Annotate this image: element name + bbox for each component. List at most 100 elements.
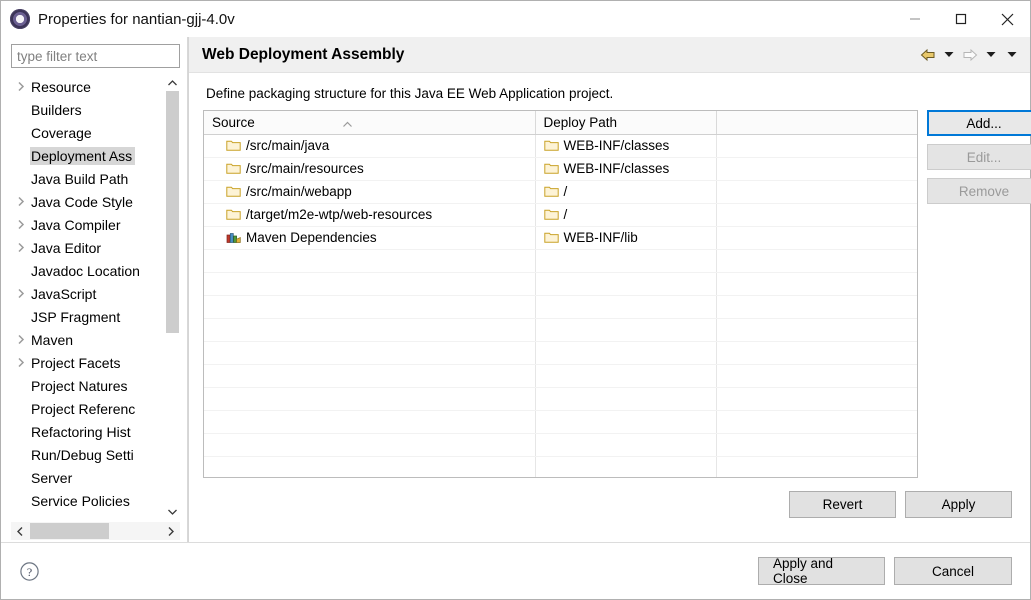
table-row-empty[interactable] bbox=[204, 272, 917, 296]
table-row-empty[interactable] bbox=[204, 433, 917, 457]
chevron-right-icon[interactable] bbox=[11, 219, 30, 230]
apply-button[interactable]: Apply bbox=[905, 491, 1012, 518]
search-input[interactable] bbox=[12, 45, 179, 67]
chevron-right-icon[interactable] bbox=[11, 357, 30, 368]
add-button[interactable]: Add... bbox=[927, 110, 1031, 136]
cell-empty bbox=[204, 249, 536, 273]
eclipse-icon bbox=[10, 9, 30, 29]
folder-icon bbox=[543, 139, 559, 152]
cell-empty bbox=[535, 341, 717, 365]
apply-row: Revert Apply bbox=[203, 491, 1012, 518]
sidebar-item-coverage[interactable]: Coverage bbox=[11, 121, 166, 144]
sidebar-item-maven[interactable]: Maven bbox=[11, 328, 166, 351]
chevron-right-icon[interactable] bbox=[11, 288, 30, 299]
sidebar-item-javascript[interactable]: JavaScript bbox=[11, 282, 166, 305]
chevron-right-icon[interactable] bbox=[11, 196, 30, 207]
sidebar-item-builders[interactable]: Builders bbox=[11, 98, 166, 121]
cell-empty bbox=[535, 364, 717, 388]
table-row-empty[interactable] bbox=[204, 318, 917, 342]
cell-empty bbox=[535, 318, 717, 342]
chevron-up-icon[interactable] bbox=[165, 75, 180, 91]
folder-icon bbox=[226, 162, 241, 175]
revert-button[interactable]: Revert bbox=[789, 491, 896, 518]
cell-empty bbox=[204, 272, 536, 296]
column-header-source[interactable]: Source bbox=[204, 111, 536, 135]
library-icon bbox=[226, 231, 241, 244]
sidebar-item-server[interactable]: Server bbox=[11, 466, 166, 489]
sidebar-horizontal-scrollbar[interactable] bbox=[11, 522, 180, 540]
table-row-empty[interactable] bbox=[204, 410, 917, 434]
table-row[interactable]: /src/main/java WEB-INF/classes bbox=[204, 134, 917, 158]
sidebar-item-refactoring-hist[interactable]: Refactoring Hist bbox=[11, 420, 166, 443]
cell-empty bbox=[535, 387, 717, 411]
chevron-right-icon[interactable] bbox=[11, 242, 30, 253]
table-row-empty[interactable] bbox=[204, 387, 917, 411]
page-title: Web Deployment Assembly bbox=[202, 45, 405, 63]
dialog-footer: ? Apply and Close Cancel bbox=[1, 542, 1030, 599]
sidebar-item-project-referenc[interactable]: Project Referenc bbox=[11, 397, 166, 420]
sidebar-item-label: Builders bbox=[31, 101, 82, 118]
sidebar-item-label: Deployment Ass bbox=[30, 146, 136, 165]
close-icon[interactable] bbox=[984, 1, 1030, 37]
scroll-track[interactable] bbox=[165, 91, 180, 504]
settings-tree[interactable]: Resource Builders Coverage Deployment Ass Ja… bbox=[11, 75, 180, 520]
forward-icon bbox=[960, 44, 980, 66]
back-icon[interactable] bbox=[918, 44, 938, 66]
chevron-left-icon[interactable] bbox=[11, 522, 29, 540]
chevron-right-icon[interactable] bbox=[11, 334, 30, 345]
sort-ascending-icon bbox=[342, 116, 353, 131]
back-dropdown-icon[interactable] bbox=[939, 44, 959, 66]
sidebar-item-java-compiler[interactable]: Java Compiler bbox=[11, 213, 166, 236]
minimize-icon[interactable] bbox=[892, 1, 938, 37]
column-header-deploy-path-label: Deploy Path bbox=[543, 114, 618, 130]
cell-deploy-path: / bbox=[535, 180, 717, 204]
page-nav-icons bbox=[918, 37, 1022, 72]
table-row[interactable]: /target/m2e-wtp/web-resources / bbox=[204, 203, 917, 227]
sidebar-item-java-code-style[interactable]: Java Code Style bbox=[11, 190, 166, 213]
sidebar-item-resource[interactable]: Resource bbox=[11, 75, 166, 98]
sidebar-item-run-debug-setti[interactable]: Run/Debug Setti bbox=[11, 443, 166, 466]
sidebar-item-jsp-fragment[interactable]: JSP Fragment bbox=[11, 305, 166, 328]
filter-box[interactable] bbox=[11, 44, 180, 68]
sidebar-item-java-editor[interactable]: Java Editor bbox=[11, 236, 166, 259]
sidebar-item-javadoc-location[interactable]: Javadoc Location bbox=[11, 259, 166, 282]
source-label: /src/main/webapp bbox=[246, 184, 352, 199]
table-row-empty[interactable] bbox=[204, 364, 917, 388]
cancel-button[interactable]: Cancel bbox=[894, 557, 1012, 585]
table-row[interactable]: /src/main/webapp / bbox=[204, 180, 917, 204]
column-header-blank[interactable] bbox=[716, 111, 917, 135]
cell-blank bbox=[716, 134, 917, 158]
maximize-icon[interactable] bbox=[938, 1, 984, 37]
sidebar-item-project-natures[interactable]: Project Natures bbox=[11, 374, 166, 397]
sidebar-item-project-facets[interactable]: Project Facets bbox=[11, 351, 166, 374]
table-row-empty[interactable] bbox=[204, 249, 917, 273]
assembly-area: Source Deploy Path /src/main/java WEB-IN… bbox=[203, 110, 1031, 478]
table-row[interactable]: Maven Dependencies WEB-INF/lib bbox=[204, 226, 917, 250]
table-row-empty[interactable] bbox=[204, 341, 917, 365]
assembly-table[interactable]: Source Deploy Path /src/main/java WEB-IN… bbox=[203, 110, 918, 478]
forward-dropdown-icon[interactable] bbox=[981, 44, 1001, 66]
cell-empty bbox=[204, 295, 536, 319]
sidebar-item-java-build-path[interactable]: Java Build Path bbox=[11, 167, 166, 190]
chevron-right-icon[interactable] bbox=[11, 81, 30, 92]
sidebar-item-label: Maven bbox=[31, 331, 74, 348]
sidebar-item-label: Project Referenc bbox=[31, 400, 136, 417]
sidebar-item-label: Java Build Path bbox=[31, 170, 129, 187]
column-header-deploy-path[interactable]: Deploy Path bbox=[535, 111, 717, 135]
table-row-empty[interactable] bbox=[204, 456, 917, 477]
sidebar-vertical-scrollbar[interactable] bbox=[164, 75, 180, 520]
footer-buttons: Apply and Close Cancel bbox=[758, 556, 1012, 586]
view-menu-icon[interactable] bbox=[1002, 44, 1022, 66]
dialog-body: Resource Builders Coverage Deployment Ass Ja… bbox=[1, 37, 1031, 542]
cell-empty bbox=[204, 318, 536, 342]
sidebar-item-deployment-ass[interactable]: Deployment Ass bbox=[11, 144, 166, 167]
table-row-empty[interactable] bbox=[204, 295, 917, 319]
chevron-right-icon[interactable] bbox=[162, 522, 180, 540]
horizontal-scroll-thumb[interactable] bbox=[30, 523, 109, 539]
apply-and-close-button[interactable]: Apply and Close bbox=[758, 556, 885, 586]
help-icon[interactable]: ? bbox=[18, 560, 40, 582]
chevron-down-icon[interactable] bbox=[165, 504, 180, 520]
scroll-thumb[interactable] bbox=[166, 91, 179, 333]
sidebar-item-service-policies[interactable]: Service Policies bbox=[11, 489, 166, 512]
table-row[interactable]: /src/main/resources WEB-INF/classes bbox=[204, 157, 917, 181]
